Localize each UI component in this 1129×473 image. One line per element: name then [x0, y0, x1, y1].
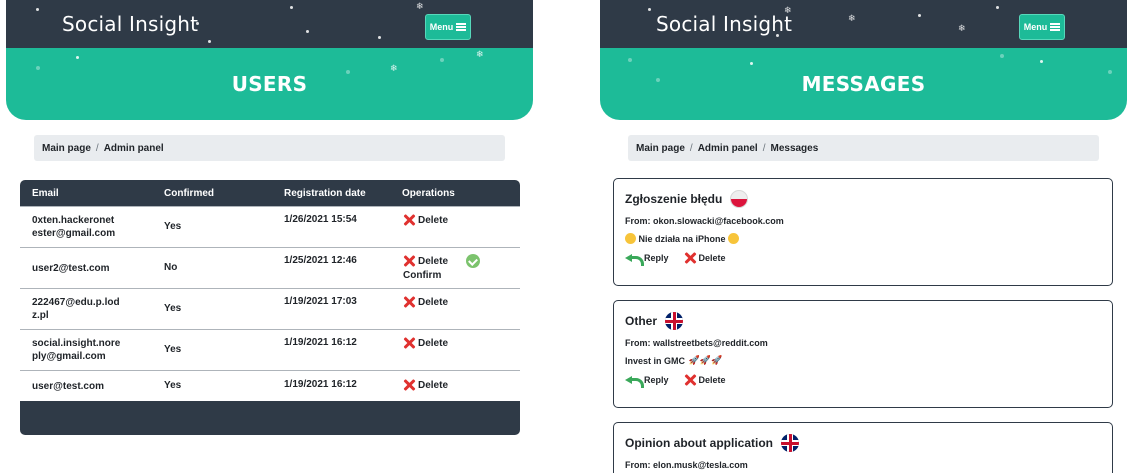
breadcrumb: Main page / Admin panel / Messages [628, 135, 1099, 161]
user-confirmed: Yes [164, 380, 182, 391]
message-card: Opinion about application From: elon.mus… [613, 422, 1113, 473]
delete-message-button[interactable]: Delete [683, 373, 726, 387]
message-sender: From: elon.musk@tesla.com [625, 459, 748, 470]
message-sender: From: okon.slowacki@facebook.com [625, 215, 784, 226]
user-operations: Delete Confirm [402, 248, 520, 288]
page-title: USERS [231, 72, 308, 96]
user-operations: Delete [402, 330, 520, 370]
user-email: social.insight.nore ply@gmail.com [32, 338, 121, 362]
delete-x-icon [402, 213, 416, 227]
messages-screen: ❄ ❄ ❄ Social Insight Menu MESSAGES Main … [600, 0, 1127, 473]
users-table: Email Confirmed Registration date Operat… [20, 180, 520, 435]
user-email: 0xten.hackeronet ester@gmail.com [32, 215, 116, 239]
breadcrumb-messages: Messages [770, 142, 819, 154]
user-email: 222467@edu.p.lod z.pl [32, 297, 120, 321]
flag-uk-icon [781, 434, 799, 452]
rocket-icon: 🚀🚀🚀 [688, 355, 723, 365]
user-confirmed: Yes [164, 344, 182, 355]
delete-x-icon [402, 378, 416, 392]
navbar: ❄ ❄ Social Insight Menu [6, 0, 533, 48]
user-operations: Delete [402, 289, 520, 329]
message-card: Zgłoszenie błędu From: okon.slowacki@fac… [613, 178, 1113, 286]
table-header: Email Confirmed Registration date Operat… [20, 180, 520, 206]
message-sender: From: wallstreetbets@reddit.com [625, 337, 768, 348]
flag-pl-icon [730, 190, 749, 208]
message-subject: Opinion about application [625, 436, 773, 450]
flag-uk-icon [665, 312, 684, 330]
users-screen: ❄ ❄ Social Insight Menu ❄ ❄ USERS Main p… [6, 0, 533, 473]
table-row: user@test.com Yes 1/19/2021 16:12 Delete [20, 370, 520, 401]
user-email: user@test.com [32, 381, 104, 392]
breadcrumb-main-page[interactable]: Main page [42, 143, 91, 154]
delete-user-button[interactable]: Delete [402, 336, 520, 350]
reply-arrow-icon [625, 253, 644, 266]
message-body: Invest in GMC 🚀🚀🚀 [625, 355, 723, 366]
hamburger-icon [456, 23, 467, 31]
delete-x-icon [402, 254, 416, 268]
delete-user-button[interactable]: Delete [402, 378, 520, 392]
table-row: 222467@edu.p.lod z.pl Yes 1/19/2021 17:03… [20, 288, 520, 329]
delete-x-icon [402, 295, 416, 309]
breadcrumb: Main page / Admin panel [34, 135, 505, 161]
column-header-email: Email [32, 187, 59, 199]
user-registration-date: 1/26/2021 15:54 [284, 214, 357, 225]
menu-button[interactable]: Menu [425, 14, 471, 40]
user-operations: Delete [402, 371, 520, 401]
confused-face-icon [728, 233, 740, 244]
message-body: Nie działa na iPhone [625, 232, 1112, 245]
message-subject: Zgłoszenie błędu [625, 192, 723, 206]
user-confirmed: Yes [164, 221, 182, 232]
column-header-registration-date: Registration date [284, 187, 366, 199]
breadcrumb-main-page[interactable]: Main page [636, 143, 685, 154]
table-row: social.insight.nore ply@gmail.com Yes 1/1… [20, 329, 520, 370]
confirm-user-button[interactable]: Confirm [402, 270, 520, 281]
user-registration-date: 1/19/2021 16:12 [284, 337, 357, 348]
user-registration-date: 1/19/2021 17:03 [284, 296, 357, 307]
navbar: ❄ ❄ ❄ Social Insight Menu [600, 0, 1127, 48]
user-confirmed: No [164, 262, 178, 273]
reply-button[interactable]: Reply [625, 375, 669, 388]
column-header-confirmed: Confirmed [164, 187, 214, 199]
brand-logo[interactable]: Social Insight [62, 12, 198, 36]
user-registration-date: 1/25/2021 12:46 [284, 255, 357, 266]
page-title: MESSAGES [801, 72, 926, 96]
delete-x-icon [402, 336, 416, 350]
user-registration-date: 1/19/2021 16:12 [284, 379, 357, 390]
breadcrumb-admin-panel[interactable]: Admin panel [104, 143, 164, 154]
user-confirmed: Yes [164, 303, 182, 314]
delete-user-button[interactable]: Delete [402, 295, 520, 309]
menu-button-label: Menu [1023, 22, 1048, 32]
menu-button[interactable]: Menu [1019, 14, 1065, 40]
reply-button[interactable]: Reply [625, 253, 669, 266]
message-card: Other From: wallstreetbets@reddit.com In… [613, 300, 1113, 408]
column-header-operations: Operations [402, 187, 455, 199]
reply-arrow-icon [625, 375, 644, 388]
page-hero: ❄ ❄ USERS [6, 48, 533, 120]
page-hero: MESSAGES [600, 48, 1127, 120]
user-operations: Delete [402, 207, 520, 247]
delete-x-icon [683, 251, 697, 265]
menu-button-label: Menu [429, 22, 454, 32]
hamburger-icon [1050, 23, 1061, 31]
user-email: user2@test.com [32, 263, 110, 274]
table-row: user2@test.com No 1/25/2021 12:46 Delete… [20, 247, 520, 288]
confused-face-icon [625, 233, 636, 244]
breadcrumb-admin-panel[interactable]: Admin panel [698, 143, 758, 154]
delete-message-button[interactable]: Delete [683, 251, 726, 265]
message-subject: Other [625, 314, 658, 328]
table-row: 0xten.hackeronet ester@gmail.com Yes 1/26… [20, 206, 520, 247]
delete-user-button[interactable]: Delete [402, 254, 448, 268]
delete-x-icon [683, 373, 697, 387]
confirm-check-icon[interactable] [466, 254, 481, 268]
brand-logo[interactable]: Social Insight [656, 12, 792, 36]
delete-user-button[interactable]: Delete [402, 213, 520, 227]
